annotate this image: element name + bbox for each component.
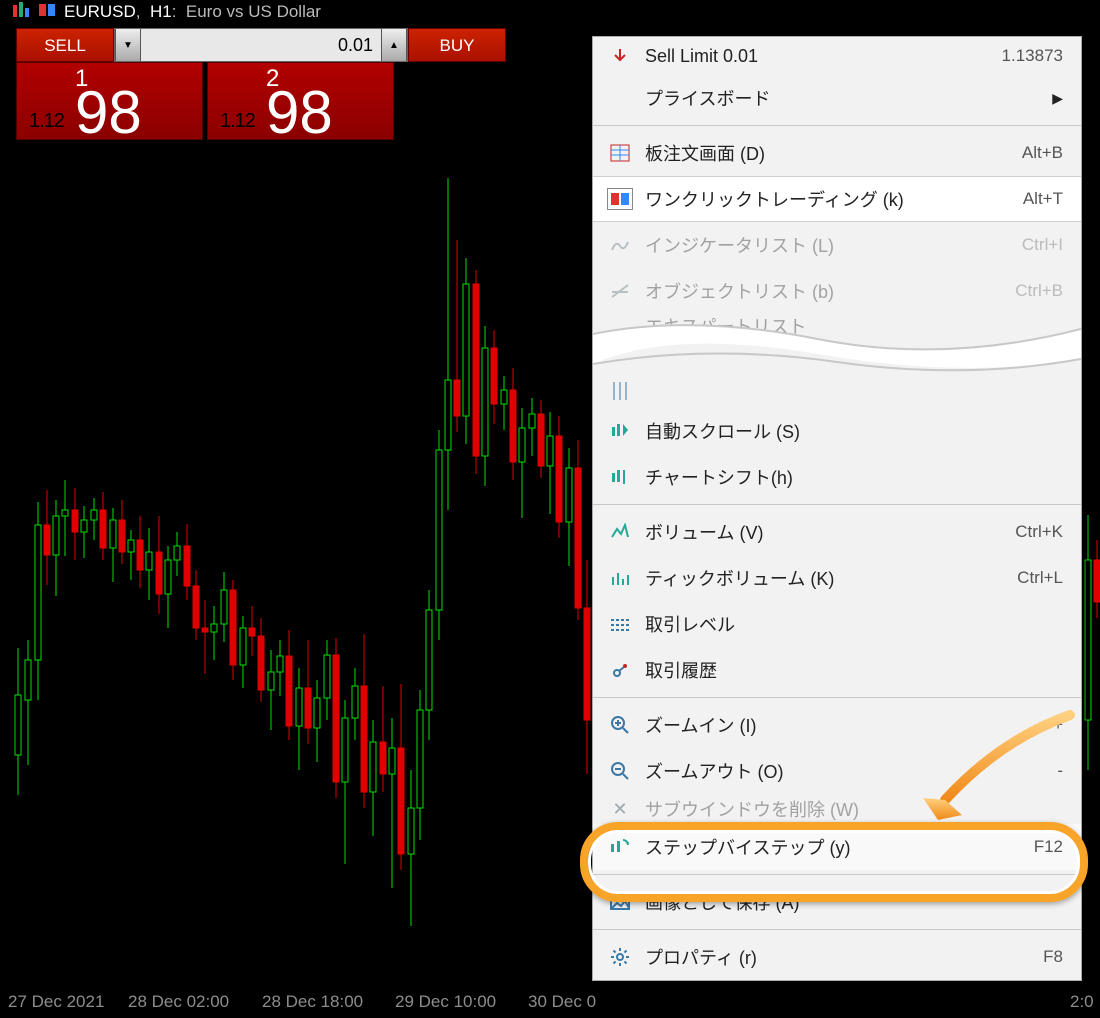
axis-tick-label: 29 Dec 10:00 (395, 992, 496, 1012)
axis-tick-label: 28 Dec 18:00 (262, 992, 363, 1012)
volume-down-button[interactable]: ▼ (115, 29, 141, 61)
buy-price-pip: 2 (266, 67, 383, 140)
menu-trade-history[interactable]: 取引履歴 (593, 647, 1081, 693)
objects-icon (605, 282, 635, 300)
axis-tick-label: 27 Dec 2021 (8, 992, 104, 1012)
menu-indicator-list: インジケータリスト (L) Ctrl+I (593, 222, 1081, 268)
sell-price-prefix: 1.12 (29, 110, 64, 133)
gear-icon (605, 947, 635, 967)
sell-price-pip: 1 (75, 67, 192, 140)
menu-volume[interactable]: ボリューム (V) Ctrl+K (593, 509, 1081, 555)
tickvolume-icon (605, 569, 635, 587)
bars-icon (12, 1, 30, 24)
menu-save-image[interactable]: 画像として保存 (A) (593, 879, 1081, 925)
menu-auto-scroll[interactable]: 自動スクロール (S) (593, 408, 1081, 454)
autoscroll-icon (605, 422, 635, 440)
zoom-out-icon (605, 761, 635, 781)
tradehistory-icon (605, 661, 635, 679)
torn-paper-cut: エキスパートリスト (593, 314, 1081, 374)
menu-sell-limit[interactable]: Sell Limit 0.01 1.13873 (593, 37, 1081, 75)
menu-sell-limit-label: Sell Limit 0.01 (635, 46, 1002, 67)
menu-separator (593, 125, 1081, 126)
menu-separator (593, 929, 1081, 930)
volume-input[interactable] (141, 29, 381, 61)
submenu-arrow-icon: ▶ (1052, 90, 1063, 107)
chart-context-menu: Sell Limit 0.01 1.13873 プライスボード ▶ 板注文画面 … (592, 36, 1082, 981)
axis-tick-label: 30 Dec 0 (528, 992, 596, 1012)
zoom-in-icon (605, 715, 635, 735)
one-click-trade-panel: SELL ▼ ▲ BUY 1.12 98 1 1.12 98 2 (16, 28, 394, 140)
volume-icon (605, 523, 635, 541)
symbol-label: EURUSD (64, 2, 136, 21)
menu-zoom-out[interactable]: ズームアウト (O) - (593, 748, 1081, 794)
menu-properties[interactable]: プロパティ (r) F8 (593, 934, 1081, 980)
tradelevels-icon (605, 615, 635, 633)
menu-chart-shift[interactable]: チャートシフト(h) (593, 454, 1081, 500)
menu-delete-subwindow: ✕ サブウインドウを削除 (W) (593, 794, 1081, 824)
chart-title-bar: EURUSD, H1: Euro vs US Dollar (0, 0, 1100, 24)
volume-stepper[interactable]: ▼ ▲ (114, 28, 408, 62)
axis-tick-label: 28 Dec 02:00 (128, 992, 229, 1012)
menu-separator (593, 874, 1081, 875)
menu-sell-limit-price: 1.13873 (1002, 46, 1063, 66)
menu-tick-volume[interactable]: ティックボリューム (K) Ctrl+L (593, 555, 1081, 601)
image-icon (605, 893, 635, 911)
chartshift-icon (605, 468, 635, 486)
sell-price-box[interactable]: 1.12 98 1 (16, 62, 203, 140)
menu-trade-levels[interactable]: 取引レベル (593, 601, 1081, 647)
pair-name-label: Euro vs US Dollar (186, 2, 321, 21)
grid-icon (605, 382, 635, 400)
timeframe-label: H1 (150, 2, 172, 21)
oneclick-icon (38, 1, 56, 24)
indicator-icon (605, 236, 635, 254)
menu-object-list: オブジェクトリスト (b) Ctrl+B (593, 268, 1081, 314)
menu-cut-row[interactable] (593, 374, 1081, 408)
menu-separator (593, 504, 1081, 505)
stepbystep-icon (605, 838, 635, 856)
buy-button[interactable]: BUY (408, 28, 506, 62)
menu-oneclick[interactable]: ワンクリックトレーディング (k) Alt+T (593, 176, 1081, 222)
buy-price-prefix: 1.12 (220, 110, 255, 133)
menu-zoom-in[interactable]: ズームイン (I) + (593, 702, 1081, 748)
buy-price-box[interactable]: 1.12 98 2 (207, 62, 394, 140)
dom-icon (605, 144, 635, 162)
menu-dom[interactable]: 板注文画面 (D) Alt+B (593, 130, 1081, 176)
menu-price-board[interactable]: プライスボード ▶ (593, 75, 1081, 121)
sell-button[interactable]: SELL (16, 28, 114, 62)
menu-separator (593, 697, 1081, 698)
volume-up-button[interactable]: ▲ (381, 29, 407, 61)
menu-step-by-step[interactable]: ステップバイステップ (y) F12 (593, 824, 1081, 870)
oneclick-icon (607, 188, 633, 210)
sell-arrow-icon (605, 47, 635, 65)
axis-tick-label: 2:0 (1070, 992, 1094, 1012)
close-icon: ✕ (605, 799, 635, 820)
